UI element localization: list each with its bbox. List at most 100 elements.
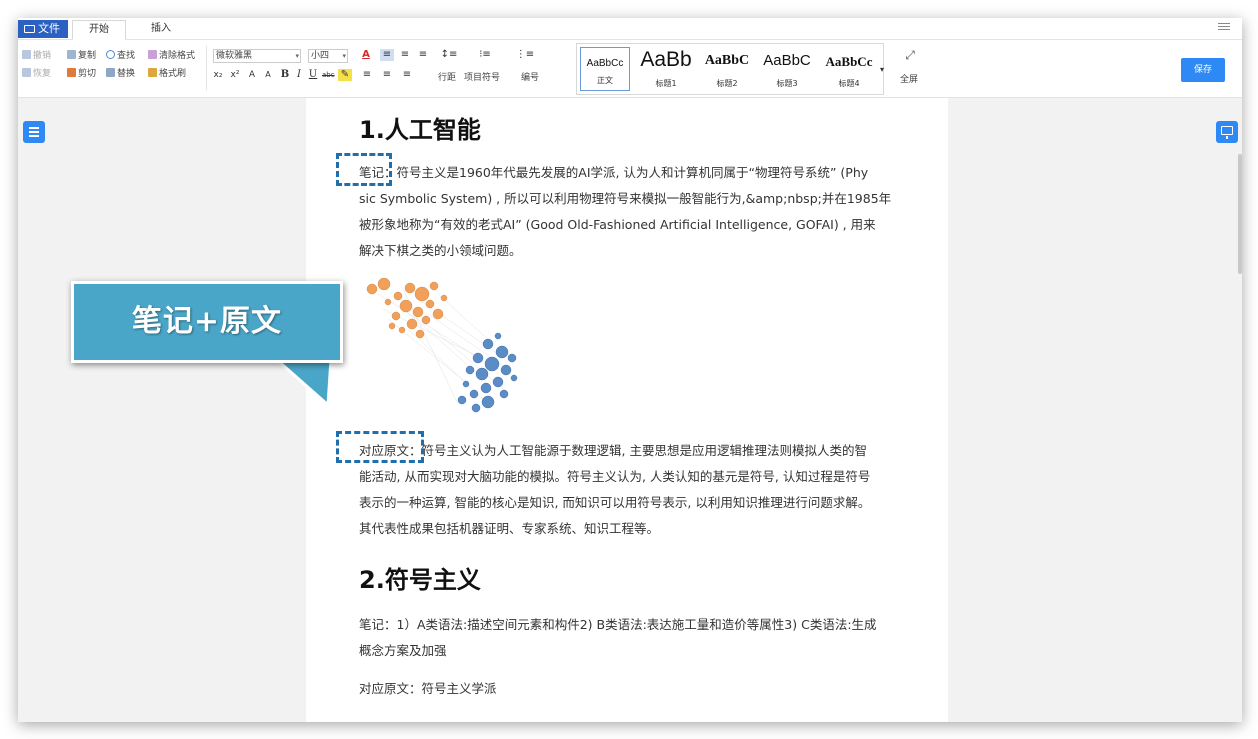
font-size-select[interactable]: 小四 ▾ bbox=[308, 49, 348, 63]
chevron-down-icon: ▾ bbox=[342, 52, 346, 60]
shrink-font-icon[interactable]: A bbox=[263, 69, 273, 81]
cut-button[interactable]: 剪切 bbox=[67, 68, 96, 80]
bold-icon[interactable]: B bbox=[280, 69, 290, 81]
style-heading1[interactable]: AaBb 标题1 bbox=[635, 45, 697, 93]
underline-icon[interactable]: U bbox=[308, 69, 318, 81]
original-highlight-box bbox=[336, 431, 424, 463]
text-line: sic Symbolic System) , 所以可以利用物理符号来模拟一般智能… bbox=[359, 191, 892, 206]
style-normal[interactable]: AaBbCc 正文 bbox=[580, 47, 630, 91]
redo-label: 恢复 bbox=[33, 69, 52, 79]
copy-icon bbox=[67, 50, 76, 59]
numbering-label: 编号 bbox=[521, 73, 540, 83]
tab-home[interactable]: 开始 bbox=[72, 20, 126, 40]
save-button[interactable]: 保存 bbox=[1181, 58, 1225, 82]
font-color-icon[interactable]: A bbox=[358, 49, 374, 61]
style-heading4[interactable]: AaBbCc 标题4 bbox=[819, 45, 879, 93]
style-preview: AaBbCc bbox=[586, 58, 624, 69]
align-center-icon[interactable]: ≡ bbox=[398, 49, 412, 61]
brush-icon bbox=[148, 68, 157, 77]
network-graph-image bbox=[366, 277, 518, 413]
magnifier-icon bbox=[106, 50, 115, 59]
text-line: 概念方案及加强 bbox=[359, 643, 447, 658]
line-spacing-icon[interactable]: ↕≡ bbox=[438, 49, 460, 61]
format-painter-label: 格式刷 bbox=[159, 69, 187, 79]
outline-toggle-button[interactable] bbox=[23, 121, 45, 143]
text-line: 笔记：符号主义是1960年代最先发展的AI学派, 认为人和计算机同属于“物理符号… bbox=[359, 165, 869, 180]
text-line: 其代表性成果包括机器证明、专家系统、知识工程等。 bbox=[359, 521, 660, 536]
replace-button[interactable]: 替换 bbox=[106, 68, 135, 80]
tab-insert[interactable]: 插入 bbox=[136, 20, 186, 40]
fullscreen-icon[interactable]: ⤢ bbox=[898, 49, 922, 61]
find-button[interactable]: 查找 bbox=[106, 50, 135, 62]
callout-box: 笔记+原文 bbox=[71, 281, 343, 363]
indent-icon[interactable]: ≡ bbox=[360, 69, 374, 81]
replace-label: 替换 bbox=[117, 69, 136, 79]
style-label: 标题4 bbox=[838, 79, 860, 88]
style-label: 标题3 bbox=[776, 79, 798, 88]
format-painter-button[interactable]: 格式刷 bbox=[148, 68, 186, 80]
eraser-icon bbox=[148, 50, 157, 59]
original-paragraph-1: 对应原文：符号主义认为人工智能源于数理逻辑, 主要思想是应用逻辑推理法则模拟人类… bbox=[359, 438, 899, 542]
style-heading3[interactable]: AaBbC 标题3 bbox=[757, 45, 817, 93]
redo-button[interactable]: 恢复 bbox=[22, 68, 51, 80]
callout-annotation: 笔记+原文 bbox=[71, 281, 346, 411]
undo-label: 撤销 bbox=[33, 51, 52, 61]
tab-file[interactable]: 文件 bbox=[18, 20, 68, 38]
text-line: 解决下棋之类的小领域问题。 bbox=[359, 243, 522, 258]
copy-button[interactable]: 复制 bbox=[67, 50, 96, 62]
outdent-icon[interactable]: ≡ bbox=[400, 69, 414, 81]
style-label: 标题2 bbox=[716, 79, 738, 88]
clear-format-label: 清除格式 bbox=[159, 51, 196, 61]
document-page[interactable]: 1.人工智能 笔记：符号主义是1960年代最先发展的AI学派, 认为人和计算机同… bbox=[306, 98, 948, 722]
numbered-list-icon[interactable]: ⋮≡ bbox=[514, 49, 536, 61]
highlight-icon[interactable]: ✎ bbox=[338, 69, 352, 81]
italic-icon[interactable]: I bbox=[294, 69, 304, 81]
find-label: 查找 bbox=[117, 51, 136, 61]
strikethrough-icon[interactable]: abc bbox=[322, 69, 335, 81]
style-label: 正文 bbox=[597, 76, 613, 85]
collapse-ribbon-icon[interactable] bbox=[1218, 23, 1230, 33]
style-preview: AaBb bbox=[640, 48, 692, 71]
align-left-icon[interactable]: ≡ bbox=[380, 49, 394, 61]
text-line: 表示的一种运算, 智能的核心是知识, 而知识可以用符号表示, 以利用知识推理进行… bbox=[359, 495, 871, 510]
style-preview: AaBbC bbox=[763, 52, 811, 69]
monitor-icon bbox=[1221, 126, 1233, 135]
editor-window: 文件 开始 插入 撤销 恢复 复制 剪切 查找 替换 清除格式 格式刷 微软雅黑… bbox=[18, 18, 1242, 722]
toolbar-divider bbox=[206, 46, 207, 90]
chevron-down-icon: ▾ bbox=[295, 52, 299, 60]
bullets-label: 项目符号 bbox=[464, 73, 501, 83]
text-line: 能活动, 从而实现对大脑功能的模拟。符号主义认为, 人类认知的基元是符号, 认知… bbox=[359, 469, 871, 484]
undo-button[interactable]: 撤销 bbox=[22, 50, 51, 62]
fullscreen-label[interactable]: 全屏 bbox=[900, 74, 918, 86]
align-right-icon[interactable]: ≡ bbox=[416, 49, 430, 61]
text-line: 对应原文：符号主义认为人工智能源于数理逻辑, 主要思想是应用逻辑推理法则模拟人类… bbox=[359, 443, 867, 458]
style-heading2[interactable]: AaBbC 标题2 bbox=[699, 45, 755, 93]
style-more-icon[interactable]: ▾ bbox=[878, 64, 886, 76]
original-paragraph-2: 对应原文：符号主义学派 bbox=[359, 676, 899, 702]
font-size-value: 小四 bbox=[311, 51, 330, 61]
style-preview: AaBbC bbox=[704, 53, 750, 68]
font-family-value: 微软雅黑 bbox=[216, 51, 253, 61]
style-label: 标题1 bbox=[655, 79, 677, 88]
presentation-button[interactable] bbox=[1216, 121, 1238, 143]
ribbon-toolbar: 撤销 恢复 复制 剪切 查找 替换 清除格式 格式刷 微软雅黑 ▾ 小四 ▾ A ≡… bbox=[18, 40, 1242, 98]
style-preview: AaBbCc bbox=[825, 54, 873, 69]
superscript-icon[interactable]: x² bbox=[230, 69, 240, 81]
grow-font-icon[interactable]: A bbox=[247, 69, 257, 81]
bullet-list-icon[interactable]: ⁝≡ bbox=[474, 49, 496, 61]
justify-icon[interactable]: ≡ bbox=[380, 69, 394, 81]
scrollbar-thumb[interactable] bbox=[1238, 154, 1242, 274]
heading-1: 1.人工智能 bbox=[359, 116, 481, 144]
font-family-select[interactable]: 微软雅黑 ▾ bbox=[213, 49, 301, 63]
text-line: 笔记：1）A类语法:描述空间元素和构件2) B类语法:表达施工量和造价等属性3)… bbox=[359, 617, 877, 632]
redo-icon bbox=[22, 68, 31, 77]
line-spacing-label: 行距 bbox=[438, 73, 457, 83]
text-line: 被形象地称为“有效的老式AI” (Good Old-Fashioned Arti… bbox=[359, 217, 876, 232]
scissors-icon bbox=[67, 68, 76, 77]
style-gallery: AaBbCc 正文 AaBb 标题1 AaBbC 标题2 AaBbC 标题3 A… bbox=[576, 43, 884, 95]
note-highlight-box bbox=[336, 153, 392, 186]
cut-label: 剪切 bbox=[78, 69, 97, 79]
note-paragraph-1: 笔记：符号主义是1960年代最先发展的AI学派, 认为人和计算机同属于“物理符号… bbox=[359, 160, 899, 264]
subscript-icon[interactable]: x₂ bbox=[213, 69, 223, 81]
clear-format-button[interactable]: 清除格式 bbox=[148, 50, 195, 62]
